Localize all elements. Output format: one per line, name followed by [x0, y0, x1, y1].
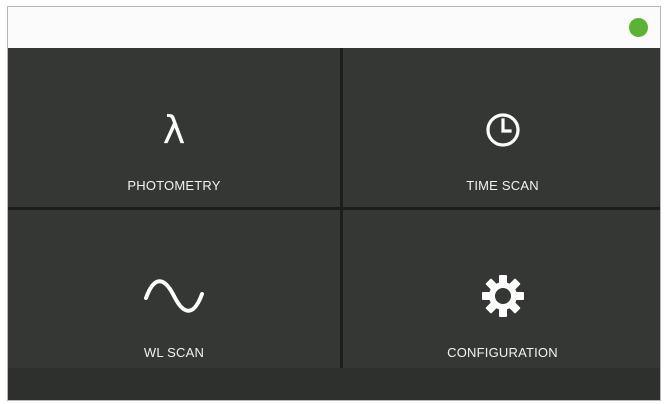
status-bar: [8, 7, 660, 48]
time-scan-label: TIME SCAN: [466, 178, 539, 193]
clock-icon: [343, 106, 660, 154]
configuration-label: CONFIGURATION: [447, 345, 558, 360]
photometry-button[interactable]: λ PHOTOMETRY: [8, 48, 340, 207]
gear-icon: [343, 270, 660, 322]
main-menu-grid: λ PHOTOMETRY TIME SCAN WL SCAN CONFIGURA…: [8, 48, 660, 368]
bottom-bar: [8, 368, 660, 400]
wl-scan-button[interactable]: WL SCAN: [8, 210, 340, 368]
wl-scan-label: WL SCAN: [143, 345, 205, 360]
instrument-screen: λ PHOTOMETRY TIME SCAN WL SCAN CONFIGURA…: [7, 6, 661, 401]
sine-wave-icon: [8, 270, 340, 322]
photometry-label: PHOTOMETRY: [127, 178, 221, 193]
status-indicator-icon: [629, 18, 648, 37]
lambda-icon: λ: [162, 108, 186, 152]
configuration-button[interactable]: CONFIGURATION: [343, 210, 660, 368]
time-scan-button[interactable]: TIME SCAN: [343, 48, 660, 207]
